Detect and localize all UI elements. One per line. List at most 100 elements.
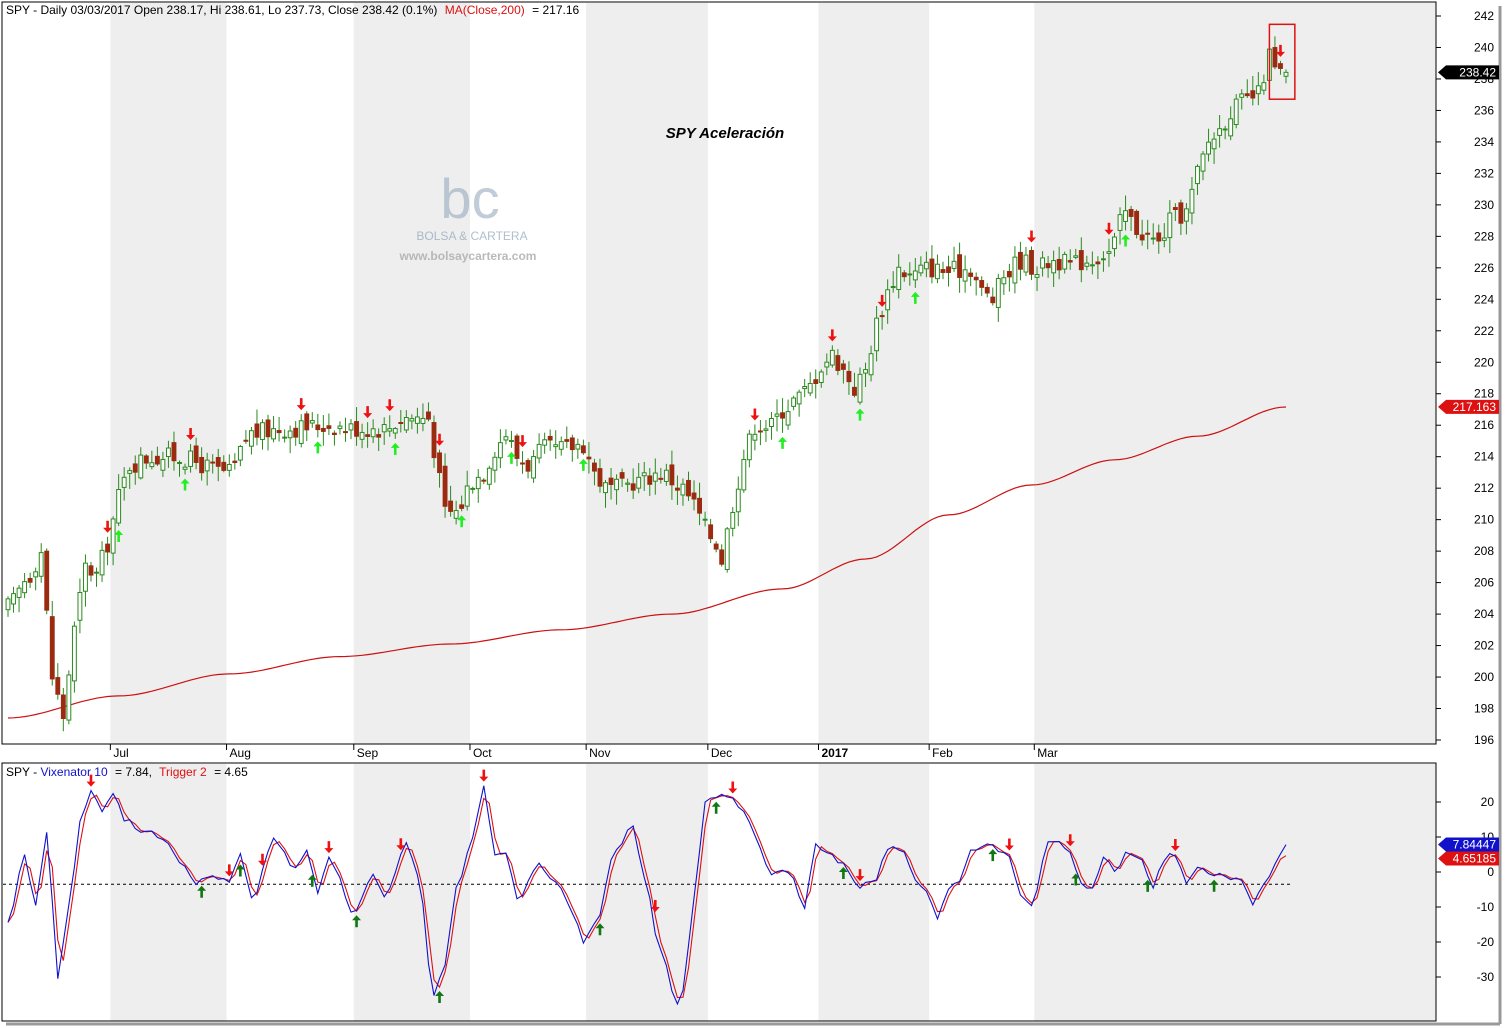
candle-body	[221, 461, 227, 471]
candle-body	[426, 411, 431, 420]
candle-body	[940, 269, 946, 273]
candle-body	[829, 349, 835, 366]
candle-body	[852, 386, 857, 396]
candle-body	[824, 361, 830, 368]
candle	[337, 421, 343, 435]
candle	[802, 378, 808, 398]
candle-body	[276, 430, 282, 434]
candle-body	[437, 452, 442, 474]
month-axis: Jul Aug Sep Oct Nov Dec 2017 Feb Mar	[109, 744, 1058, 760]
candle	[309, 412, 315, 428]
candle	[71, 621, 77, 693]
candle-body	[946, 266, 951, 273]
candle	[77, 578, 83, 634]
candle-body	[719, 549, 725, 565]
candle-body	[935, 263, 940, 280]
indicator-tags: 7.844474.65185	[1438, 837, 1499, 866]
candle	[16, 584, 22, 613]
shade-band-main	[586, 3, 708, 744]
candle	[1001, 270, 1007, 295]
candle-body	[686, 479, 691, 497]
candle-body	[962, 269, 968, 282]
candle	[1233, 94, 1239, 129]
candle-body	[1018, 251, 1023, 270]
candle-body	[1178, 202, 1184, 224]
candle-body	[1228, 118, 1234, 137]
candle-body	[459, 504, 465, 509]
candle	[979, 276, 985, 296]
indicator-sell-arrow	[1004, 838, 1014, 851]
trigger-value: = 4.65	[214, 765, 248, 779]
candle-body	[1167, 212, 1173, 239]
candle	[791, 395, 797, 411]
candle-body	[27, 577, 33, 583]
candle-body	[365, 434, 371, 437]
candle	[226, 454, 232, 477]
candle-body	[907, 273, 913, 276]
candle-body	[1029, 249, 1034, 275]
candle-body	[232, 460, 238, 463]
price-tick-label: 210	[1474, 513, 1494, 527]
candle-body	[658, 477, 664, 480]
main-header-prefix: SPY - Daily 03/03/2017 Open 238.17, Hi 2…	[6, 3, 437, 17]
candle-body	[818, 371, 824, 384]
candle-body	[464, 485, 470, 507]
candle-body	[1261, 82, 1267, 91]
chart-canvas: bc BOLSA & CARTERA www.bolsaycartera.com…	[1, 1, 1502, 1026]
price-tick-label: 218	[1474, 387, 1494, 401]
candle-body	[442, 465, 448, 507]
indicator-tag: 7.84447	[1438, 837, 1499, 852]
candle-body	[1045, 263, 1051, 269]
candle-body	[320, 427, 326, 432]
month-label: Mar	[1037, 746, 1058, 760]
month-label: Aug	[230, 746, 251, 760]
price-tick-label: 204	[1474, 607, 1494, 621]
candle	[320, 415, 326, 446]
candle-body	[536, 443, 542, 459]
candle-body	[1134, 210, 1140, 235]
candle-body	[49, 616, 55, 680]
candle-body	[1161, 237, 1167, 241]
candle	[33, 567, 39, 591]
candle-body	[990, 296, 996, 304]
candle-body	[326, 425, 332, 429]
candle-body	[973, 276, 979, 281]
candle	[973, 272, 979, 296]
candle-body	[116, 489, 122, 524]
indicator-tick-label: 0	[1487, 865, 1494, 879]
candle-body	[215, 457, 221, 467]
indicator-tick-label: -10	[1477, 900, 1495, 914]
candle	[481, 478, 487, 485]
candle-body	[1128, 208, 1134, 217]
candle-body	[1195, 165, 1200, 185]
candle-body	[1206, 141, 1211, 155]
indicator-buy-arrow	[711, 801, 721, 814]
price-tag: 217.163	[1438, 399, 1499, 414]
annotation-title: SPY Aceleración	[666, 125, 784, 142]
candle	[265, 414, 271, 451]
candle-body	[1222, 128, 1228, 131]
price-tick-label: 214	[1474, 450, 1494, 464]
candle-body	[343, 431, 348, 434]
candle-body	[392, 428, 398, 434]
indicator-sell-arrow	[728, 781, 738, 794]
candle	[514, 433, 520, 467]
candle-body	[210, 461, 216, 464]
price-tick-label: 236	[1474, 103, 1494, 117]
candle-body	[757, 430, 763, 433]
candle	[304, 411, 310, 441]
candle-body	[282, 436, 288, 439]
candle-body	[1001, 277, 1007, 285]
candle	[780, 398, 785, 433]
candle-body	[603, 482, 608, 494]
candle	[298, 414, 304, 448]
watermark-name: BOLSA & CARTERA	[416, 229, 527, 243]
candle-body	[304, 413, 310, 431]
candle	[719, 544, 725, 567]
candle-body	[509, 440, 514, 443]
candle-body	[271, 428, 276, 440]
candle-body	[204, 459, 210, 472]
candle-body	[83, 562, 88, 592]
candle	[66, 670, 72, 725]
candle-body	[1112, 236, 1117, 250]
